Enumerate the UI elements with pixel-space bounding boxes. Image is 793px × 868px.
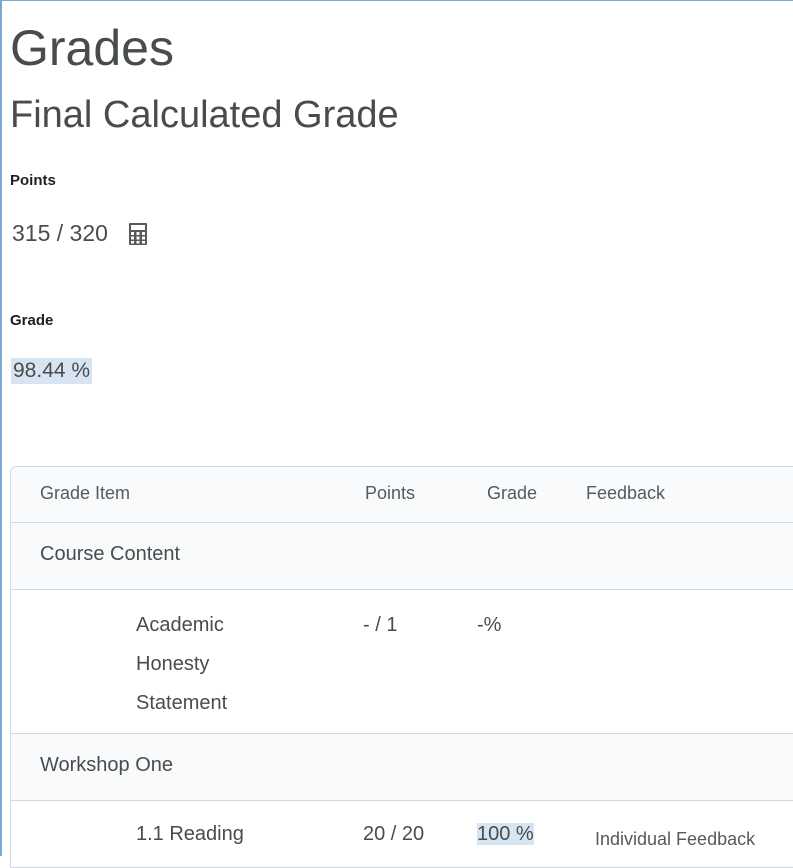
points-summary: 315 / 320 [12,220,148,247]
column-header-feedback: Feedback [586,483,666,503]
column-header-grade: Grade [487,483,538,503]
grade-value: 98.44 % [11,358,93,384]
grades-table: Grade Item Points Grade Feedback Course … [10,466,793,868]
column-header-grade-item: Grade Item [40,483,131,503]
grade-item-name[interactable]: Academic Honesty Statement [136,606,266,723]
points-label: Points [10,172,56,189]
category-row: Course Content [11,523,793,590]
table-header: Grade Item Points Grade Feedback [11,467,793,523]
section-title: Final Calculated Grade [10,94,399,136]
page-title: Grades [10,20,174,76]
points-value: 315 / 320 [12,220,108,246]
grade-item-grade: 100 % [477,815,534,854]
category-name: Course Content [40,543,181,565]
calculator-icon[interactable] [128,222,148,246]
feedback-link[interactable]: Individual Feedback [595,829,755,850]
grade-item-grade: -% [477,614,502,636]
grade-label: Grade [10,312,54,329]
grade-item-name[interactable]: 1.1 Reading [136,815,266,854]
table-row: 1.1 Reading 20 / 20 100 % Individual Fee… [11,801,793,867]
grade-item-points: 20 / 20 [363,823,425,845]
category-row: Workshop One [11,734,793,801]
column-header-points: Points [365,483,416,503]
grade-item-grade-value: 100 % [477,823,534,845]
grade-item-points: - / 1 [363,614,398,636]
table-row: Academic Honesty Statement - / 1 -% [11,590,793,734]
category-name: Workshop One [40,754,174,776]
